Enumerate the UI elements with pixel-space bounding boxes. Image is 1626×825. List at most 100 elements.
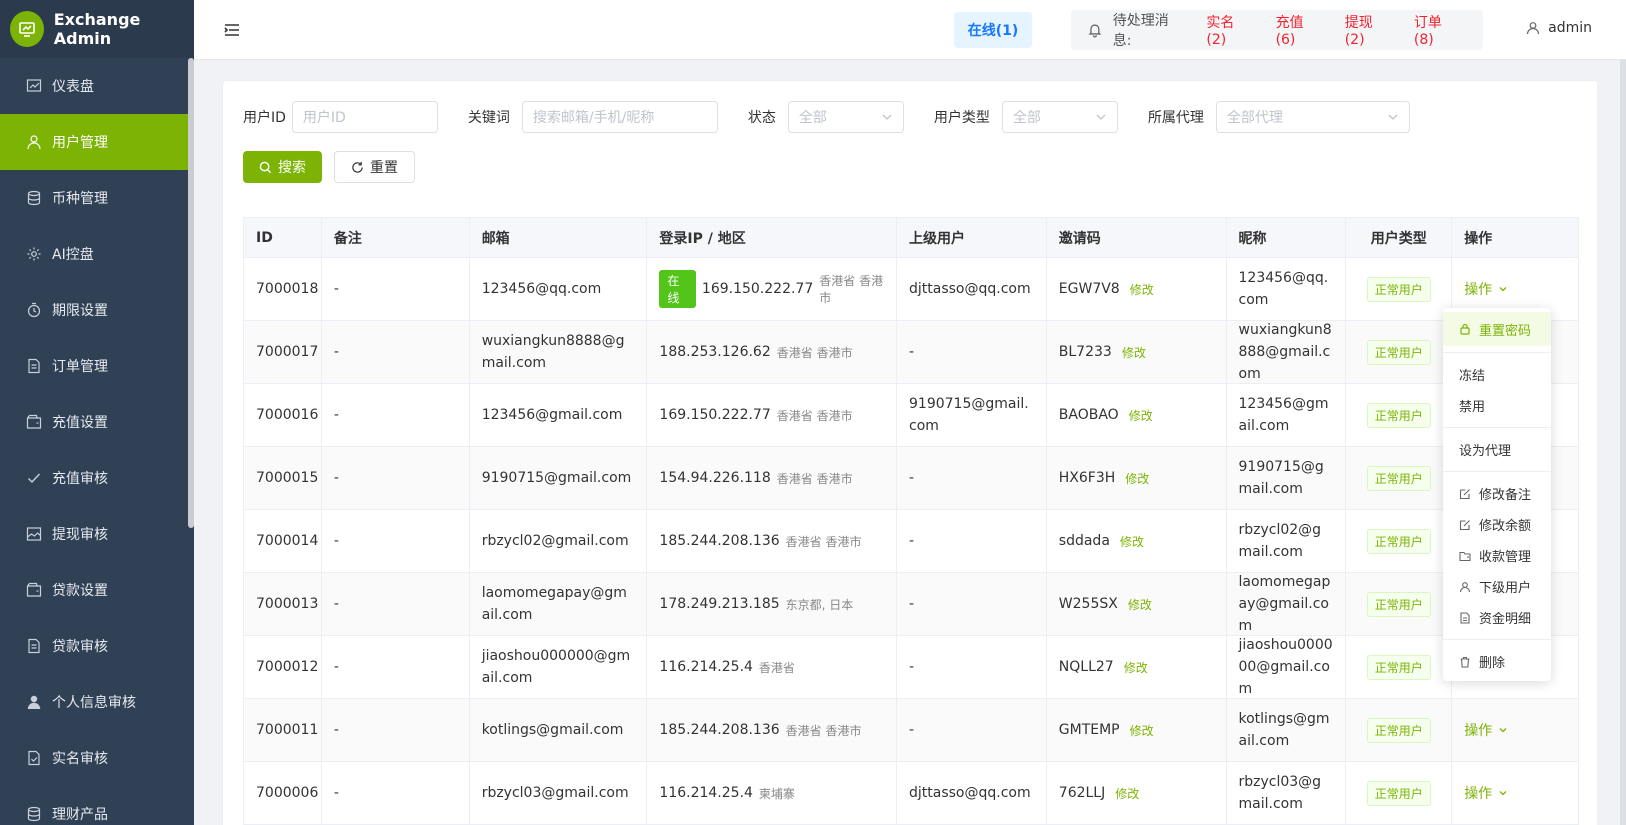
- operation-button[interactable]: 操作: [1464, 279, 1508, 299]
- document-icon: [26, 638, 42, 654]
- edit-invite-code-link[interactable]: 修改: [1124, 659, 1148, 676]
- sidebar-item-7[interactable]: 充值审核: [0, 450, 194, 506]
- cell-nickname-text: wuxiangkun8888@gmail.com: [1238, 322, 1332, 382]
- edit-invite-code-link[interactable]: 修改: [1122, 344, 1146, 361]
- hamburger-icon[interactable]: [224, 22, 240, 38]
- cell-invite-code-text: NQLL27: [1058, 659, 1114, 675]
- dropdown-item[interactable]: 下级用户: [1443, 571, 1551, 602]
- cell-nickname: laomomegapay@gmail.com: [1227, 573, 1347, 635]
- dropdown-item[interactable]: 重置密码: [1443, 312, 1551, 346]
- dropdown-item[interactable]: 修改备注: [1443, 478, 1551, 509]
- cell-invite-code: sddada 修改: [1047, 510, 1227, 572]
- cell-user-type: 正常用户: [1346, 573, 1453, 635]
- database-icon: [26, 190, 42, 206]
- region-text: 香港省 香港市: [819, 274, 884, 305]
- dropdown-item[interactable]: 修改余额: [1443, 509, 1551, 540]
- cell-user-type: 正常用户: [1346, 699, 1453, 761]
- dropdown-item-label: 删除: [1479, 656, 1506, 671]
- sidebar-item-11[interactable]: 个人信息审核: [0, 674, 194, 730]
- user-table: ID 备注 邮箱 登录IP / 地区 上级用户 邀请码 昵称 用户类型 操作 7000018-12…: [243, 217, 1579, 825]
- user-type-select[interactable]: 全部: [1001, 101, 1118, 133]
- sidebar-item-1[interactable]: 用户管理: [0, 114, 194, 170]
- user-id-input[interactable]: 用户ID: [291, 101, 438, 133]
- status-value: 全部: [798, 110, 827, 126]
- cell-user-type: 正常用户: [1346, 321, 1453, 383]
- cell-invite-code: BL7233 修改: [1047, 321, 1227, 383]
- table-row: 7000013- laomomegapay@gmail.com 178.249.21…: [244, 573, 1578, 636]
- edit-invite-code-link[interactable]: 修改: [1130, 722, 1154, 739]
- operation-button[interactable]: 操作: [1464, 783, 1508, 803]
- cell-ip: 169.150.222.77 香港省 香港市: [647, 384, 897, 446]
- dropdown-item[interactable]: 设为代理: [1443, 434, 1551, 465]
- folder-icon: [1459, 550, 1479, 562]
- sidebar-scrollbar[interactable]: [188, 58, 194, 528]
- dropdown-item[interactable]: 冻结: [1443, 359, 1551, 390]
- reset-button[interactable]: 重置: [334, 151, 415, 183]
- operation-button[interactable]: 操作: [1464, 720, 1508, 740]
- cell-nickname: 9190715@gmail.com: [1227, 447, 1347, 509]
- dropdown-item[interactable]: 收款管理: [1443, 540, 1551, 571]
- edit-icon: [1459, 519, 1479, 531]
- notice-order[interactable]: 订单(8): [1414, 12, 1461, 48]
- region-text: 柬埔寨: [758, 786, 795, 801]
- sidebar-item-10[interactable]: 贷款审核: [0, 618, 194, 674]
- cell-email: laomomegapay@gmail.com: [470, 573, 648, 635]
- cell-ip: 154.94.226.118 香港省 香港市: [647, 447, 897, 509]
- search-button[interactable]: 搜索: [243, 151, 322, 183]
- sidebar-item-5[interactable]: 订单管理: [0, 338, 194, 394]
- sidebar-item-2[interactable]: 币种管理: [0, 170, 194, 226]
- status-select[interactable]: 全部: [787, 101, 904, 133]
- sidebar-item-9[interactable]: 贷款设置: [0, 562, 194, 618]
- dropdown-item[interactable]: 删除: [1443, 646, 1551, 677]
- search-button-label: 搜索: [278, 160, 306, 176]
- sidebar-item-label: 币种管理: [52, 191, 108, 207]
- column-header: 用户类型: [1346, 218, 1453, 257]
- search-icon: [259, 161, 272, 173]
- sidebar-item-13[interactable]: 理财产品: [0, 786, 194, 825]
- dropdown-item[interactable]: 禁用: [1443, 390, 1551, 421]
- notice-realname[interactable]: 实名(2): [1206, 12, 1253, 48]
- agent-label: 所属代理: [1147, 110, 1204, 126]
- sidebar-item-label: AI控盘: [52, 247, 94, 263]
- sidebar-item-0[interactable]: 仪表盘: [0, 58, 194, 114]
- cell-parent-text: -: [909, 344, 915, 360]
- cell-note: -: [322, 258, 470, 320]
- sidebar-item-12[interactable]: 实名审核: [0, 730, 194, 786]
- filter-row: 用户ID 用户ID 关键词 搜索邮箱/手机/昵称 状态 全部 用户类型 全部 所…: [243, 101, 1410, 133]
- edit-invite-code-link[interactable]: 修改: [1125, 470, 1149, 487]
- sidebar-item-4[interactable]: 期限设置: [0, 282, 194, 338]
- dropdown-item-label: 设为代理: [1459, 444, 1512, 459]
- cell-parent: -: [897, 636, 1047, 698]
- edit-invite-code-link[interactable]: 修改: [1120, 533, 1144, 550]
- user-menu[interactable]: admin: [1526, 20, 1592, 36]
- table-row: 7000017- wuxiangkun8888@gmail.com 188.253.…: [244, 321, 1578, 384]
- edit-invite-code-link[interactable]: 修改: [1129, 407, 1153, 424]
- user-icon: [1459, 581, 1479, 593]
- notice-withdraw[interactable]: 提现(2): [1345, 12, 1392, 48]
- edit-invite-code-link[interactable]: 修改: [1130, 281, 1154, 298]
- ip-text: 169.150.222.77: [659, 407, 771, 423]
- cell-id: 7000012: [244, 636, 322, 698]
- edit-invite-code-link[interactable]: 修改: [1115, 785, 1139, 802]
- cell-parent: -: [897, 699, 1047, 761]
- online-badge[interactable]: 在线(1): [954, 12, 1032, 48]
- ip-text: 185.244.208.136: [659, 722, 780, 738]
- sidebar-item-label: 贷款审核: [52, 639, 108, 655]
- agent-select[interactable]: 全部代理: [1215, 101, 1410, 133]
- operation-label: 操作: [1464, 282, 1493, 298]
- page-scrollbar[interactable]: [1620, 60, 1626, 825]
- keyword-input[interactable]: 搜索邮箱/手机/昵称: [521, 101, 718, 133]
- sidebar-item-label: 期限设置: [52, 303, 108, 319]
- sidebar-item-3[interactable]: AI控盘: [0, 226, 194, 282]
- cell-ip: 178.249.213.185 东京都, 日本: [647, 573, 897, 635]
- notice-recharge[interactable]: 充值(6): [1276, 12, 1323, 48]
- ip-text: 169.150.222.77: [701, 281, 814, 297]
- edit-invite-code-link[interactable]: 修改: [1128, 596, 1152, 613]
- logo-icon: [10, 11, 44, 47]
- sidebar-item-6[interactable]: 充值设置: [0, 394, 194, 450]
- dropdown-item[interactable]: 资金明细: [1443, 602, 1551, 633]
- cell-nickname: rbzycl03@gmail.com: [1227, 762, 1347, 824]
- sidebar-item-8[interactable]: 提现审核: [0, 506, 194, 562]
- person-icon: [26, 694, 42, 710]
- table-header: ID 备注 邮箱 登录IP / 地区 上级用户 邀请码 昵称 用户类型 操作: [244, 218, 1578, 258]
